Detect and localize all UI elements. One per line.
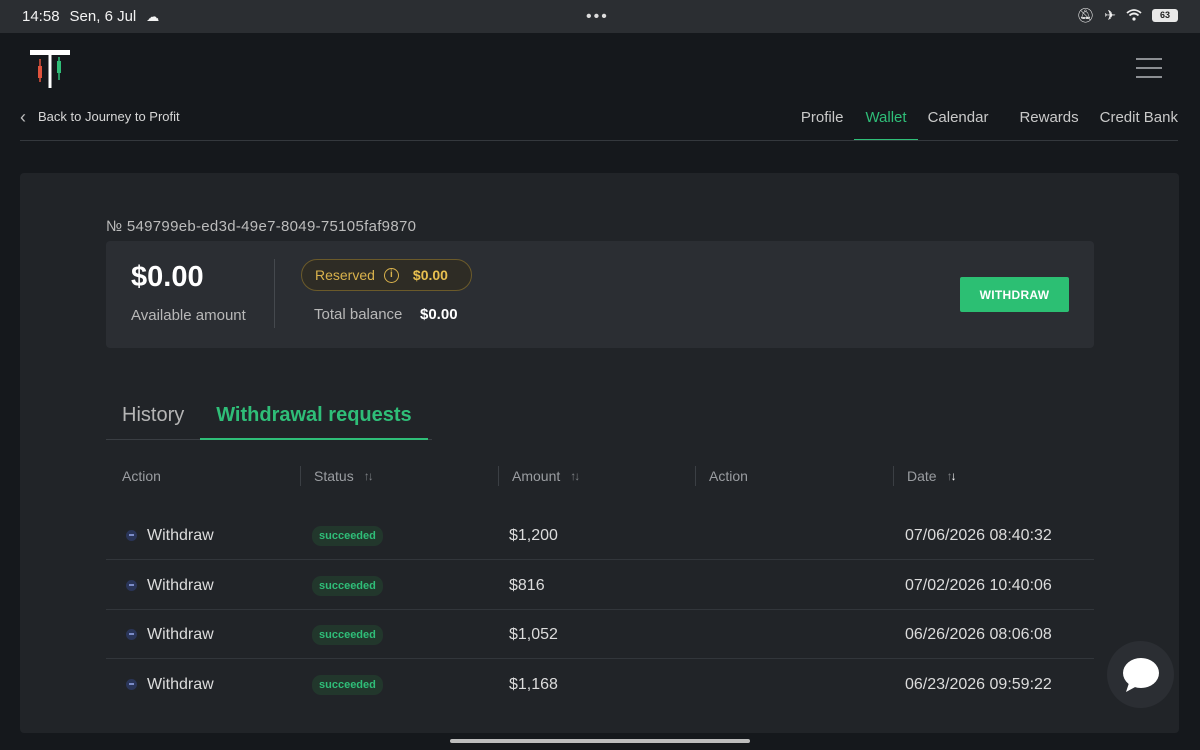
row-date: 07/02/2026 10:40:06 <box>905 576 1052 594</box>
chevron-left-icon: ‹ <box>20 106 26 127</box>
reserved-label: Reserved <box>315 267 375 283</box>
airplane-icon: ✈ <box>1104 7 1116 23</box>
wallet-tabs: History Withdrawal requests <box>106 389 432 440</box>
home-indicator[interactable] <box>450 739 750 743</box>
row-date: 06/26/2026 08:06:08 <box>905 625 1052 643</box>
table-header: Action Status ↑↓ Amount ↑↓ Action Date ↑… <box>106 466 1094 496</box>
column-action: Action <box>122 466 161 486</box>
row-amount: $1,168 <box>509 675 558 693</box>
row-action: Withdraw <box>126 511 214 560</box>
row-status: succeeded <box>312 660 383 709</box>
status-badge: succeeded <box>312 525 383 546</box>
wallet-card: № 549799eb-ed3d-49e7-8049-75105faf9870 $… <box>20 173 1179 733</box>
row-action: Withdraw <box>126 660 214 709</box>
action-label: Withdraw <box>147 576 214 594</box>
column-status[interactable]: Status ↑↓ <box>300 466 374 486</box>
wallet-id: № 549799eb-ed3d-49e7-8049-75105faf9870 <box>106 218 417 235</box>
menu-hamburger-icon[interactable] <box>1136 58 1162 80</box>
total-balance-value: $0.00 <box>420 306 458 323</box>
withdraw-button[interactable]: WITHDRAW <box>960 277 1069 312</box>
table-row[interactable]: Withdraw succeeded $816 07/02/2026 10:40… <box>106 561 1094 610</box>
back-link[interactable]: ‹ Back to Journey to Profit <box>20 106 180 127</box>
more-dots-icon[interactable]: ••• <box>586 8 609 26</box>
column-date[interactable]: Date ↑↓ <box>893 466 957 486</box>
row-date: 07/06/2026 08:40:32 <box>905 526 1052 544</box>
mute-icon: 🔕︎ <box>1076 7 1095 23</box>
column-date-label: Date <box>907 468 937 484</box>
column-status-label: Status <box>314 468 354 484</box>
sort-desc-icon[interactable]: ↑↓ <box>947 469 957 483</box>
nav-rewards[interactable]: Rewards <box>1009 100 1089 141</box>
status-bar: 14:58 Sen, 6 Jul ☁ ••• 🔕︎ ✈ 63 <box>0 0 1200 33</box>
back-link-label: Back to Journey to Profit <box>38 109 180 124</box>
action-label: Withdraw <box>147 625 214 643</box>
reserved-value: $0.00 <box>412 267 448 283</box>
status-time: 14:58 <box>22 8 60 25</box>
row-status: succeeded <box>312 561 383 610</box>
tab-withdrawal-requests[interactable]: Withdrawal requests <box>200 389 429 440</box>
tab-history[interactable]: History <box>106 389 200 439</box>
wifi-icon <box>1126 8 1142 24</box>
nav-wallet[interactable]: Wallet <box>854 100 918 141</box>
reserved-badge: Reserved i $0.00 <box>301 259 472 291</box>
withdraw-icon <box>126 679 137 690</box>
app-root: 14:58 Sen, 6 Jul ☁ ••• 🔕︎ ✈ 63 ‹ Back to… <box>0 0 1200 750</box>
table-row[interactable]: Withdraw succeeded $1,052 06/26/2026 08:… <box>106 610 1094 659</box>
table-row[interactable]: Withdraw succeeded $1,200 07/06/2026 08:… <box>106 511 1094 560</box>
row-amount: $816 <box>509 576 545 594</box>
status-badge: succeeded <box>312 674 383 695</box>
available-amount: $0.00 <box>131 261 204 293</box>
table-row[interactable]: Withdraw succeeded $1,168 06/23/2026 09:… <box>106 660 1094 709</box>
withdraw-icon <box>126 629 137 640</box>
chat-bubble-icon <box>1122 657 1159 692</box>
balance-box: $0.00 Available amount Reserved i $0.00 … <box>106 241 1094 348</box>
row-amount: $1,052 <box>509 625 558 643</box>
row-date: 06/23/2026 09:59:22 <box>905 675 1052 693</box>
withdraw-icon <box>126 580 137 591</box>
action-label: Withdraw <box>147 675 214 693</box>
cloud-icon: ☁ <box>146 8 160 24</box>
status-badge: succeeded <box>312 624 383 645</box>
nav-profile[interactable]: Profile <box>790 100 855 141</box>
column-amount[interactable]: Amount ↑↓ <box>498 466 580 486</box>
status-date: Sen, 6 Jul <box>69 8 137 25</box>
top-nav: Profile Wallet Calendar Rewards Credit B… <box>790 100 1178 141</box>
status-icons: 🔕︎ ✈ 63 <box>1076 7 1178 24</box>
battery-icon: 63 <box>1152 9 1178 22</box>
row-action: Withdraw <box>126 610 214 659</box>
row-status: succeeded <box>312 511 383 560</box>
action-label: Withdraw <box>147 526 214 544</box>
total-balance-label: Total balance <box>314 306 403 323</box>
header-divider <box>20 140 1178 141</box>
available-amount-label: Available amount <box>131 307 246 324</box>
row-action: Withdraw <box>126 561 214 610</box>
withdraw-icon <box>126 530 137 541</box>
row-amount: $1,200 <box>509 526 558 544</box>
nav-credit-bank[interactable]: Credit Bank <box>1090 100 1178 141</box>
sort-icon[interactable]: ↑↓ <box>364 469 374 483</box>
chat-button[interactable] <box>1107 641 1174 708</box>
status-badge: succeeded <box>312 575 383 596</box>
nav-calendar[interactable]: Calendar <box>918 100 1010 141</box>
column-action-2: Action <box>695 466 748 486</box>
column-amount-label: Amount <box>512 468 561 484</box>
balance-divider <box>274 259 275 328</box>
row-status: succeeded <box>312 610 383 659</box>
info-icon[interactable]: i <box>383 267 399 283</box>
app-logo[interactable] <box>30 50 70 90</box>
column-action-2-label: Action <box>709 468 748 484</box>
sort-icon[interactable]: ↑↓ <box>570 469 580 483</box>
column-action-label: Action <box>122 468 161 484</box>
